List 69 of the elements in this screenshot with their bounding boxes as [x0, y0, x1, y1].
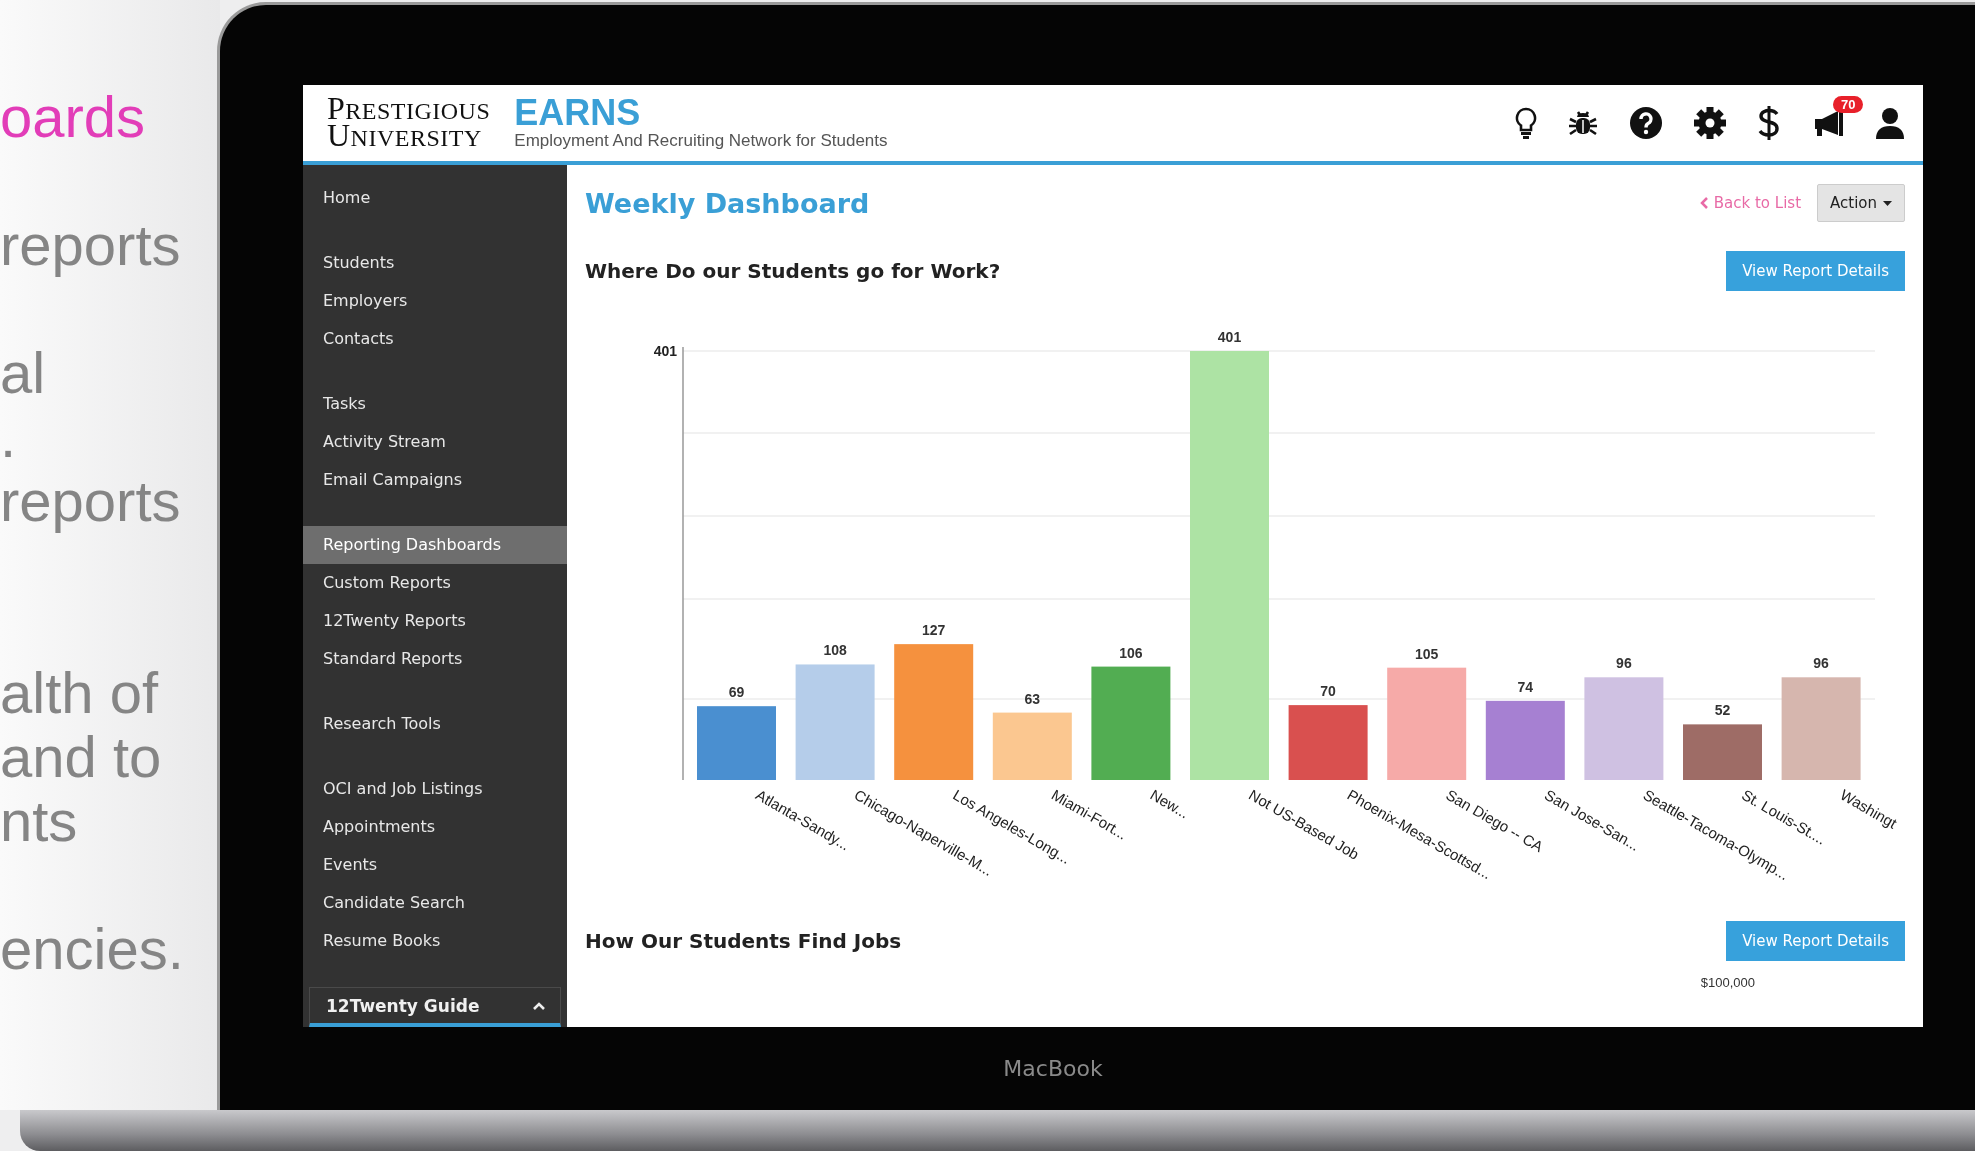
sidebar-item[interactable]: Tasks	[303, 385, 567, 423]
bar[interactable]	[1387, 667, 1467, 780]
page-title: Weekly Dashboard	[585, 187, 870, 219]
laptop-label: MacBook	[1003, 1056, 1103, 1081]
sidebar-item[interactable]: Home	[303, 179, 567, 217]
section-title: Where Do our Students go for Work?	[585, 259, 1001, 283]
university-logo-text: PRESTIGIOUS	[327, 96, 491, 123]
value-label: 69	[728, 684, 745, 701]
dollar-icon[interactable]	[1757, 105, 1781, 141]
value-label: 127	[922, 622, 946, 639]
bar[interactable]	[1091, 666, 1171, 780]
value-label: 63	[1024, 690, 1041, 707]
bar[interactable]	[1288, 705, 1368, 780]
bar[interactable]	[1485, 700, 1565, 780]
slide-text-line: alth of	[0, 661, 160, 725]
sidebar-item[interactable]: Resume Books	[303, 922, 567, 960]
university-logo-text: UNIVERSITY	[327, 123, 482, 150]
tick-label: $100,000	[1700, 975, 1755, 990]
value-label: 74	[1517, 678, 1534, 695]
slide-heading: oards	[0, 85, 147, 149]
user-icon[interactable]	[1875, 107, 1905, 139]
sidebar-item[interactable]: Candidate Search	[303, 884, 567, 922]
lightbulb-icon[interactable]	[1515, 107, 1537, 139]
sidebar-item[interactable]: Custom Reports	[303, 564, 567, 602]
help-icon[interactable]	[1629, 106, 1663, 140]
guide-title: 12Twenty Guide	[326, 995, 480, 1016]
brand-name: EARNS	[514, 95, 642, 131]
value-label: 105	[1415, 645, 1439, 662]
slide-text-line: reports	[0, 469, 182, 533]
settings-icon[interactable]	[1693, 106, 1727, 140]
slide-text-line: reports	[0, 213, 182, 277]
sidebar-item[interactable]: 12Twenty Reports	[303, 602, 567, 640]
sidebar-item[interactable]: Students	[303, 244, 567, 282]
guide-panel-header[interactable]: 12Twenty Guide	[309, 987, 561, 1027]
slide-text-line: al	[0, 341, 47, 405]
value-label: 96	[1813, 655, 1829, 672]
value-label: 106	[1119, 644, 1143, 661]
slide-text-line: encies.	[0, 917, 185, 981]
sidebar-item[interactable]: OCI and Job Listings	[303, 770, 567, 808]
slide-text-line: nts	[0, 789, 79, 853]
sidebar-item[interactable]: Events	[303, 846, 567, 884]
action-dropdown[interactable]: Action	[1817, 184, 1905, 222]
caret-icon	[1883, 200, 1892, 206]
section-title: How Our Students Find Jobs	[585, 929, 902, 953]
value-label: 52	[1714, 702, 1731, 719]
value-label: 70	[1320, 683, 1336, 700]
value-label: 401	[1217, 329, 1242, 345]
sidebar-item[interactable]: Activity Stream	[303, 423, 567, 461]
value-label: 96	[1616, 655, 1632, 672]
sidebar-item[interactable]: Employers	[303, 282, 567, 320]
notification-badge: 70	[1833, 96, 1864, 113]
bar[interactable]	[1781, 677, 1861, 780]
bar[interactable]	[1584, 677, 1664, 780]
brand-tagline: Employment And Recruiting Network for Students	[514, 131, 888, 151]
slide-text-line: .	[0, 405, 18, 469]
sidebar-item[interactable]: Standard Reports	[303, 640, 567, 678]
chevron-left-icon	[1699, 197, 1708, 209]
sidebar-item[interactable]: Research Tools	[303, 705, 567, 743]
sidebar-item[interactable]: Contacts	[303, 320, 567, 358]
axis-top-label: 401	[653, 343, 677, 359]
bar[interactable]	[894, 644, 974, 780]
value-label: 108	[823, 642, 847, 659]
sidebar-item[interactable]: Reporting Dashboards	[303, 526, 567, 564]
sidebar-item[interactable]: Email Campaigns	[303, 461, 567, 499]
sidebar-item[interactable]: Appointments	[303, 808, 567, 846]
bar[interactable]	[795, 664, 875, 780]
bar[interactable]	[992, 712, 1072, 780]
slide-text-line: and to	[0, 725, 163, 789]
caret-icon[interactable]	[532, 1000, 546, 1011]
